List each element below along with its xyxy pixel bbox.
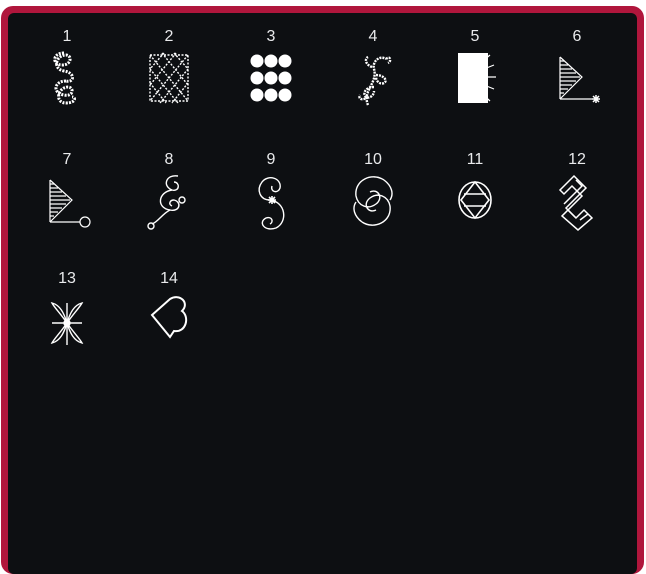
stitch-item-14[interactable]: 14	[121, 263, 217, 373]
stitch-item-11[interactable]: 11	[427, 144, 523, 254]
stitch-item-8[interactable]: 8	[121, 144, 217, 254]
stitch-item-10[interactable]: 10	[325, 144, 421, 254]
stitch-item-2[interactable]: 2	[121, 21, 217, 131]
stitch-number: 2	[164, 28, 174, 45]
stitch-number: 8	[164, 151, 174, 168]
stitch-number: 12	[568, 151, 586, 168]
stitch-number: 13	[58, 270, 76, 287]
s-curl-star-icon	[246, 170, 296, 232]
stitch-number: 6	[572, 28, 582, 45]
stitch-number: 7	[62, 151, 72, 168]
double-curl-icon	[348, 170, 398, 232]
diamond-oval-icon	[450, 170, 500, 232]
stitch-item-6[interactable]: 6	[529, 21, 625, 131]
stitch-item-1[interactable]: 1	[19, 21, 115, 131]
lattice-diamonds-icon	[144, 47, 194, 109]
stitch-number: 3	[266, 28, 276, 45]
stitch-item-13[interactable]: 13	[19, 263, 115, 373]
starburst-grid-icon	[246, 47, 296, 109]
stitch-menu-frame: 1 2 3 4 5 6 7 8 9 10 11 12 13 14	[1, 6, 644, 574]
stitch-grid: 1 2 3 4 5 6 7 8 9 10 11 12 13 14	[8, 13, 637, 574]
heart-outline-icon	[144, 289, 194, 351]
stitch-item-9[interactable]: 9	[223, 144, 319, 254]
stitch-item-7[interactable]: 7	[19, 144, 115, 254]
stitch-number: 11	[466, 151, 484, 168]
stitch-number: 10	[364, 151, 382, 168]
stitch-number: 9	[266, 151, 276, 168]
stitch-number: 5	[470, 28, 480, 45]
stitch-selection-panel: 1 2 3 4 5 6 7 8 9 10 11 12 13 14	[8, 13, 637, 574]
satin-wedge-circle-icon	[42, 170, 92, 232]
scallop-loops-icon	[42, 47, 92, 109]
butterfly-icon	[42, 289, 92, 351]
stitch-item-3[interactable]: 3	[223, 21, 319, 131]
fan-rays-icon	[450, 47, 500, 109]
stitch-item-5[interactable]: 5	[427, 21, 523, 131]
vine-leaves-icon	[348, 47, 398, 109]
stitch-item-4[interactable]: 4	[325, 21, 421, 131]
zigzag-blocks-icon	[552, 170, 602, 232]
stitch-number: 4	[368, 28, 378, 45]
stitch-item-12[interactable]: 12	[529, 144, 625, 254]
scroll-curls-icon	[144, 170, 194, 232]
satin-wedge-star-icon	[552, 47, 602, 109]
stitch-number: 14	[160, 270, 178, 287]
stitch-number: 1	[62, 28, 72, 45]
